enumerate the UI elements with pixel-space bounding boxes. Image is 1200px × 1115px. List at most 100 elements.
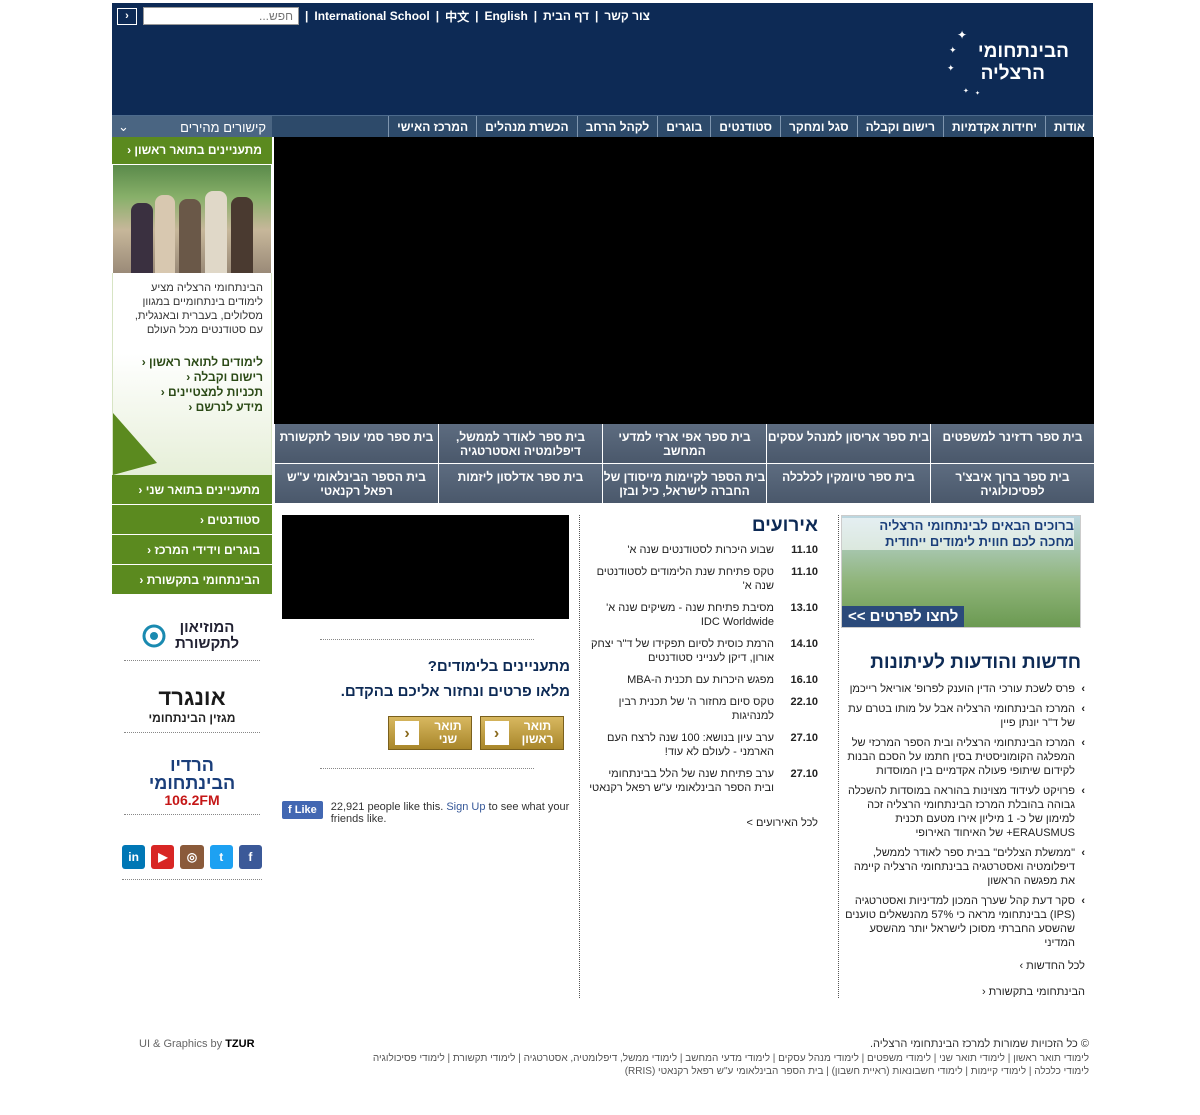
event-item[interactable]: 27.10 ערב פתיחת שנה של הלל בבינתחומי ובית… <box>580 767 838 795</box>
link-english[interactable]: English <box>484 9 527 23</box>
facebook-icon: f <box>288 804 295 816</box>
svg-text:✦: ✦ <box>975 90 980 97</box>
museum-logo-icon <box>142 624 166 647</box>
youtube-icon[interactable]: ▶ <box>151 845 175 869</box>
secondary-video[interactable] <box>282 515 569 619</box>
sidebar-item-students[interactable]: סטודנטים ‹ <box>112 505 272 535</box>
school-ofer[interactable]: בית ספר סמי עופר לתקשורת <box>274 424 438 464</box>
event-item[interactable]: 14.10 הרמת כוסית לסיום תפקידו של ד"ר יצחק… <box>580 637 838 665</box>
svg-text:✦: ✦ <box>957 28 967 42</box>
sidebar-bachelor-header[interactable]: מתעניינים בתואר ראשון ‹ <box>112 137 272 165</box>
bachelor-promo: הבינתחומי הרצליה מציע לימודים בינתחומיים… <box>112 273 272 475</box>
event-item[interactable]: 16.10 מפגש היכרות עם תכנית ה-MBA <box>580 673 838 687</box>
nav-faculty[interactable]: סגל ומחקר <box>780 116 857 137</box>
quick-links-dropdown[interactable]: ⌄ קישורים מהירים <box>112 116 272 138</box>
link-home[interactable]: דף הבית <box>543 9 589 23</box>
event-item[interactable]: 13.10 מסיבת פתיחת שנה - משיקים שנה א' IDC… <box>580 601 838 629</box>
bachelor-button[interactable]: תואר ראשון ‹ <box>480 716 564 750</box>
chevron-down-icon: ⌄ <box>118 119 129 134</box>
link-contact[interactable]: צור קשר <box>604 9 650 23</box>
sidebar-item-media[interactable]: הבינתחומי בתקשורת ‹ <box>112 565 272 595</box>
masters-button[interactable]: תואר שני ‹ <box>388 716 472 750</box>
logo[interactable]: ✦ ✦ ✦ ✦ ✦ הבינתחומי הרצליה <box>947 27 1069 97</box>
museum-badge[interactable]: המוזיאון לתקשורת <box>124 611 260 661</box>
events-title: אירועים <box>751 515 818 536</box>
fb-like-button[interactable]: f Like <box>282 801 323 819</box>
school-sustainability[interactable]: בית הספר לקיימות מייסודן של החברה לישראל… <box>602 464 766 504</box>
triangle-decoration <box>113 413 157 475</box>
all-events-link[interactable]: לכל האירועים > <box>580 817 838 829</box>
school-radzyner[interactable]: בית ספר רדזינר למשפטים <box>930 424 1094 464</box>
schools-grid: בית ספר רדזינר למשפטים בית ספר אריסון למ… <box>274 424 1094 504</box>
hero-video[interactable] <box>274 137 1094 424</box>
news-item[interactable]: המרכז הבינתחומי הרצליה ובית הספר המרכזי … <box>841 736 1085 778</box>
sidebar-item-alumni[interactable]: בוגרים וידידי המרכז ‹ <box>112 535 272 565</box>
nav-admission[interactable]: רישום וקבלה <box>856 116 943 137</box>
radio-badge[interactable]: הרדיו הבינתחומי 106.2FM <box>124 749 260 815</box>
nav-alumni[interactable]: בוגרים <box>657 116 710 137</box>
nav-personal[interactable]: המרכז האישי <box>388 116 476 137</box>
sidebar-item-masters[interactable]: מתעניינים בתואר שני ‹ <box>112 475 272 505</box>
chevron-left-icon: ‹ <box>484 721 509 745</box>
event-item[interactable]: 22.10 טקס סיום מחזור ה' של תכנית רבין למנ… <box>580 695 838 723</box>
school-lauder[interactable]: בית ספר לאודר לממשל, דיפלומטיה ואסטרטגיה <box>438 424 602 464</box>
promo-link-admission[interactable]: רישום וקבלה ‹ <box>121 370 263 385</box>
footer-links-2[interactable]: לימודי כלכלה | לימודי קיימות | לימודי חש… <box>329 1065 1089 1078</box>
instagram-icon[interactable]: ◎ <box>180 845 204 869</box>
twitter-icon[interactable]: t <box>209 845 233 869</box>
school-arison[interactable]: בית ספר אריסון למנהל עסקים <box>766 424 930 464</box>
nav-public[interactable]: לקהל הרחב <box>576 116 658 137</box>
school-ivcher[interactable]: בית ספר ברוך איבצ'ר לפסיכולוגיה <box>930 464 1094 504</box>
copyright: © כל הזכויות שמורות למרכז הבינתחומי הרצל… <box>869 1038 1089 1050</box>
link-chinese[interactable]: 中文 <box>445 10 469 24</box>
fb-count: 22,921 people like this. <box>330 801 444 813</box>
link-international-school[interactable]: International School <box>314 9 429 23</box>
degree-buttons: תואר שני ‹ תואר ראשון ‹ <box>282 716 572 750</box>
nav-students[interactable]: סטודנטים <box>710 116 780 137</box>
school-adelson[interactable]: בית ספר אדלסון ליזמות <box>438 464 602 504</box>
chevron-left-icon: ‹ <box>395 721 419 745</box>
event-item[interactable]: 11.10 שבוע היכרות לסטודנטים שנה א' <box>580 543 838 557</box>
news-item[interactable]: סקר דעת קהל שערך המכון למדיניות ואסטרטגי… <box>841 894 1085 950</box>
magazine-badge[interactable]: אונגרד מגזין הבינתחומי <box>124 677 260 733</box>
event-item[interactable]: 11.10 טקס פתיחת שנת הלימודים לסטודנטים שנ… <box>580 565 838 593</box>
nav-academic-units[interactable]: יחידות אקדמיות <box>943 116 1045 137</box>
school-tiomkin[interactable]: בית ספר טיומקין לכלכלה <box>766 464 930 504</box>
quick-links-label: קישורים מהירים <box>180 119 266 135</box>
event-item[interactable]: 27.10 ערב עיון בנושא: 100 שנה לרצח העם הא… <box>580 731 838 759</box>
facebook-icon[interactable]: f <box>238 845 263 869</box>
news-item[interactable]: המרכז הבינתחומי הרצליה אבל על מותו בטרם … <box>841 702 1085 730</box>
news-item[interactable]: "ממשלת הצללים" בבית ספר לאודר לממשל, דיפ… <box>841 846 1085 888</box>
search-input[interactable] <box>143 7 299 25</box>
radio-title: הרדיו הבינתחומי <box>148 754 236 793</box>
promo-link-honors[interactable]: תכניות למצטיינים ‹ <box>121 385 263 400</box>
search-go-button[interactable]: › <box>117 7 137 25</box>
media-link[interactable]: הבינתחומי בתקשורת ‹ <box>841 986 1093 998</box>
fb-signup-link[interactable]: Sign Up <box>446 801 485 813</box>
welcome-banner[interactable]: ברוכים הבאים לבינתחומי הרצליה מחכה לכם ח… <box>841 515 1081 628</box>
students-photo <box>113 165 271 273</box>
social-links: in ▶ ◎ t f <box>122 845 263 880</box>
cta-column: מתעניינים בלימודים? מלאו פרטים ונחזור אל… <box>282 515 572 825</box>
news-item[interactable]: פרס לשכת עורכי הדין הוענק לפרופ' אוריאל … <box>841 682 1085 696</box>
header: › | International School | 中文 | English … <box>112 3 1093 115</box>
credit[interactable]: UI & Graphics by TZUR <box>139 1038 255 1050</box>
all-news-link[interactable]: לכל החדשות › <box>841 960 1093 972</box>
news-item[interactable]: פרויקט לעידוד מצוינות בהוראה במוסדות להש… <box>841 784 1085 840</box>
news-column: ברוכים הבאים לבינתחומי הרצליה מחכה לכם ח… <box>841 515 1093 998</box>
banner-details-button[interactable]: לחצו לפרטים >> <box>842 606 965 627</box>
magazine-title: אונגרד <box>158 684 226 710</box>
school-arazi[interactable]: בית ספר אפי ארזי למדעי המחשב <box>602 424 766 464</box>
main-nav: אודות יחידות אקדמיות רישום וקבלה סגל ומח… <box>112 115 1093 138</box>
nav-about[interactable]: אודות <box>1044 116 1093 137</box>
nav-executive[interactable]: הכשרת מנהלים <box>476 116 577 137</box>
promo-link-bachelor[interactable]: לימודים לתואר ראשון ‹ <box>121 355 263 370</box>
svg-text:✦: ✦ <box>947 63 955 73</box>
school-rris[interactable]: בית הספר הבינלאומי ע"ש רפאל רקנאטי <box>274 464 438 504</box>
facebook-like-box: f Like 22,921 people like this. Sign Up … <box>282 801 572 825</box>
footer-links-1[interactable]: לימודי תואר ראשון | לימודי תואר שני | לי… <box>329 1052 1089 1065</box>
logo-line1: הבינתחומי <box>977 41 1069 62</box>
divider <box>320 768 534 769</box>
left-sidebar: מתעניינים בתואר ראשון ‹ הבינתחומי הרצליה… <box>112 137 272 880</box>
linkedin-icon[interactable]: in <box>122 845 146 869</box>
